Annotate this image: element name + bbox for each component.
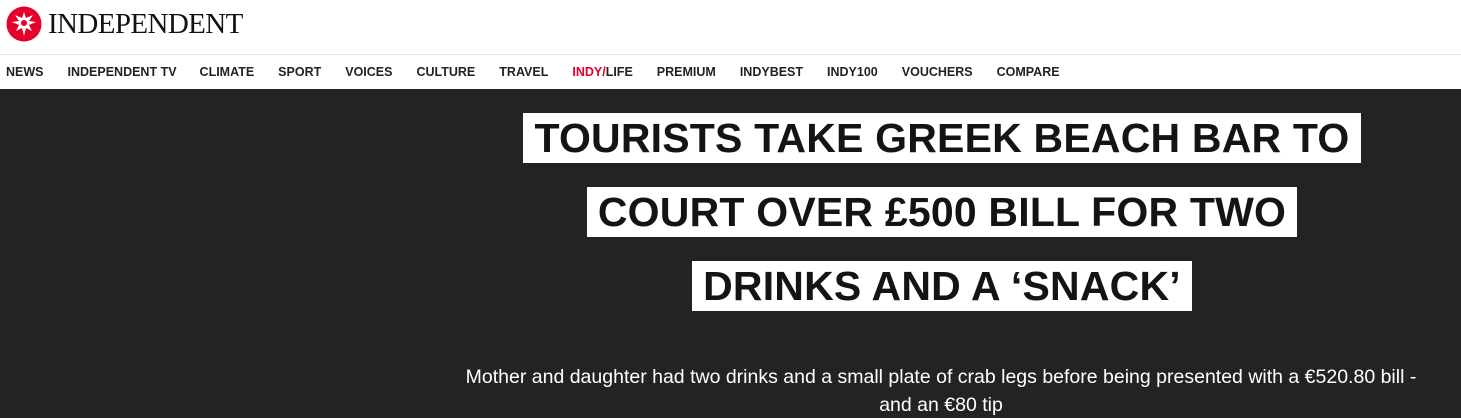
nav-item-culture[interactable]: CULTURE	[416, 65, 475, 79]
nav-item-vouchers[interactable]: VOUCHERS	[902, 65, 973, 79]
article-hero: TOURISTS TAKE GREEK BEACH BAR TO COURT O…	[0, 89, 1461, 418]
headline-line: COURT OVER £500 BILL FOR TWO	[586, 187, 1298, 237]
nav-item-compare[interactable]: COMPARE	[997, 65, 1060, 79]
nav-item-climate[interactable]: CLIMATE	[200, 65, 255, 79]
nav-item-independent-tv[interactable]: INDEPENDENT TV	[68, 65, 177, 79]
nav-item-indy-life[interactable]: INDY/LIFE	[572, 65, 632, 79]
nav-item-sport[interactable]: SPORT	[278, 65, 321, 79]
nav-item-voices[interactable]: VOICES	[345, 65, 392, 79]
nav-item-news[interactable]: NEWS	[6, 65, 44, 79]
nav-item-premium[interactable]: PREMIUM	[657, 65, 716, 79]
headline-row: DRINKS AND A ‘SNACK’	[470, 261, 1414, 311]
logo-wordmark: INDEPENDENT	[48, 7, 243, 40]
nav-item-indy-life-prefix: INDY/	[572, 65, 606, 79]
nav-item-indy-life-suffix: LIFE	[605, 65, 633, 79]
nav-item-travel[interactable]: TRAVEL	[499, 65, 548, 79]
headline-row: COURT OVER £500 BILL FOR TWO	[470, 187, 1414, 237]
site-logo[interactable]: INDEPENDENT	[6, 6, 243, 42]
nav-item-indy100[interactable]: INDY100	[827, 65, 878, 79]
headline: TOURISTS TAKE GREEK BEACH BAR TO COURT O…	[470, 113, 1414, 335]
headline-line: DRINKS AND A ‘SNACK’	[692, 261, 1192, 311]
eagle-logo-icon	[6, 6, 42, 42]
article-standfirst: Mother and daughter had two drinks and a…	[465, 365, 1417, 416]
nav-item-indybest[interactable]: INDYBEST	[740, 65, 803, 79]
site-header: INDEPENDENT	[0, 0, 1461, 55]
main-navigation: NEWS INDEPENDENT TV CLIMATE SPORT VOICES…	[0, 55, 1461, 89]
headline-row: TOURISTS TAKE GREEK BEACH BAR TO	[470, 113, 1414, 163]
headline-line: TOURISTS TAKE GREEK BEACH BAR TO	[523, 113, 1361, 163]
